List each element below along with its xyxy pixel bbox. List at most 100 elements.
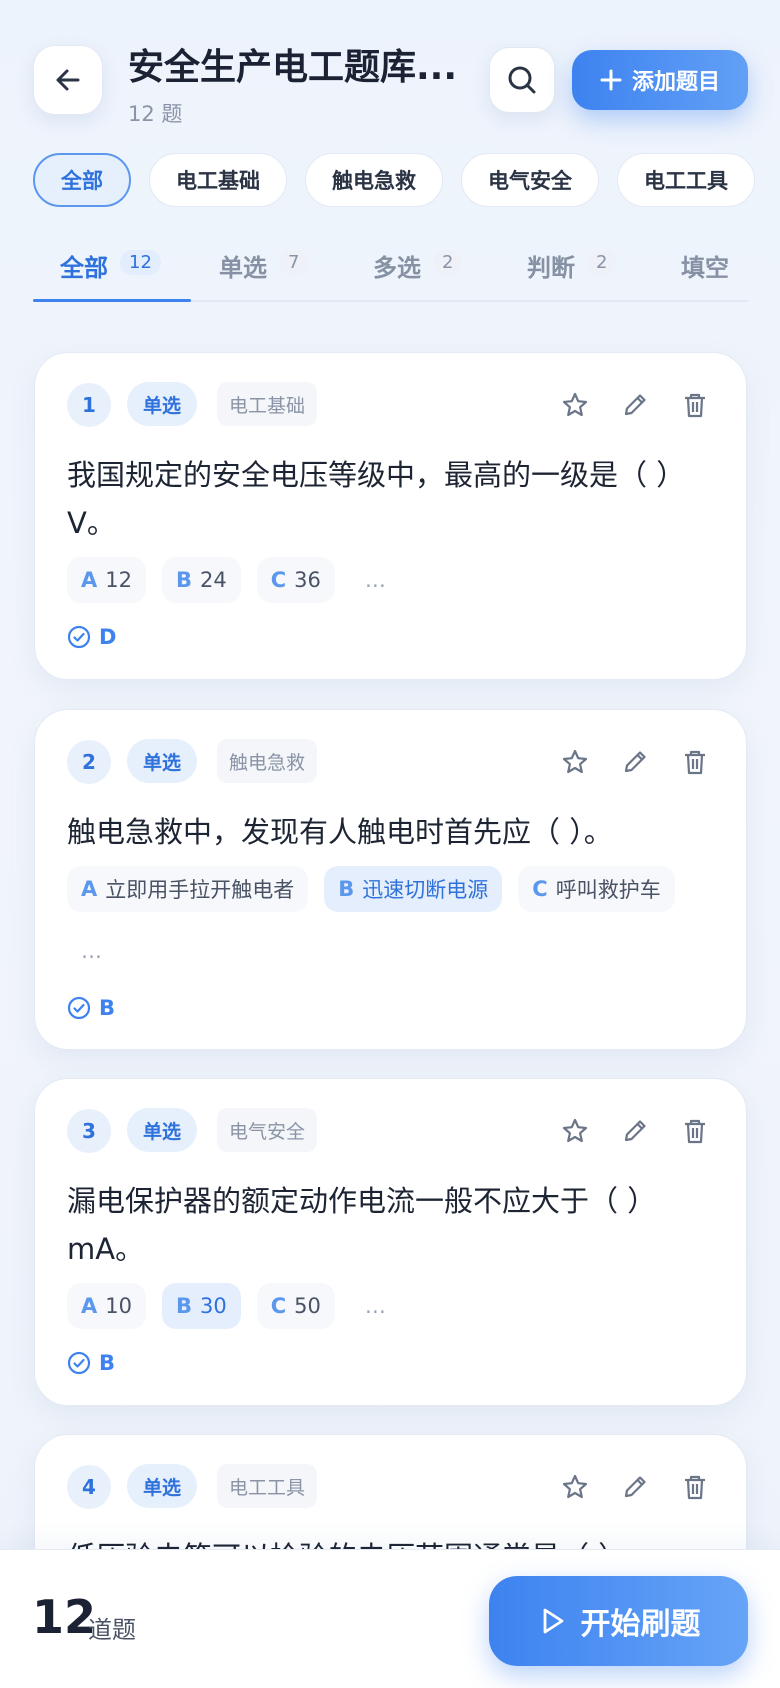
start-practice-button[interactable]: 开始刷题 — [489, 1576, 748, 1666]
tab-label: 判断 — [527, 254, 575, 282]
question-text: 漏电保护器的额定动作电流一般不应大于（ ）mA。 — [67, 1184, 657, 1266]
option-text: 呼叫救护车 — [555, 878, 661, 902]
question-text: 触电急救中，发现有人触电时首先应（ ）。 — [67, 815, 613, 849]
question-card[interactable]: 3 单选 电气安全 漏电保护器的额定动作电流一般不应大于（ ）mA。 A 10 B… — [34, 1078, 747, 1406]
favorite-button[interactable] — [558, 1468, 592, 1506]
delete-button[interactable] — [678, 386, 712, 424]
tab-all[interactable]: 全部 12 — [60, 228, 161, 302]
tab-label: 填空 — [681, 254, 729, 282]
add-question-button[interactable]: 添加题目 — [572, 50, 748, 110]
delete-button[interactable] — [678, 743, 712, 781]
category-chip-electrical-safety[interactable]: 电气安全 — [461, 153, 599, 207]
category-chip-tools[interactable]: 电工工具 — [617, 153, 755, 207]
category-chip-all[interactable]: 全部 — [33, 153, 131, 207]
search-icon — [508, 66, 536, 94]
option-letter: A — [81, 877, 98, 901]
question-number: 1 — [67, 383, 111, 427]
edit-button[interactable] — [618, 1468, 652, 1506]
options-list: A 10 B 30 C 50 … — [67, 1283, 727, 1329]
pencil-icon — [624, 1120, 646, 1142]
more-options: … — [364, 1294, 386, 1318]
category-chip-basics[interactable]: 电工基础 — [149, 153, 287, 207]
question-type-badge: 单选 — [127, 1464, 198, 1508]
pencil-icon — [624, 394, 646, 416]
option-b: B 30 — [162, 1283, 241, 1329]
back-button[interactable] — [33, 45, 103, 115]
type-tabs: 全部 12 单选 7 多选 2 判断 2 填空 — [33, 228, 748, 302]
option-letter: C — [270, 568, 287, 592]
trash-icon — [685, 1119, 705, 1144]
question-card[interactable]: 2 单选 触电急救 触电急救中，发现有人触电时首先应（ ）。 A 立即用手拉开触电… — [34, 709, 747, 1050]
star-icon — [562, 749, 588, 774]
category-chip-first-aid[interactable]: 触电急救 — [305, 153, 443, 207]
check-circle-icon — [67, 1351, 91, 1375]
tab-true-false[interactable]: 判断 2 — [527, 228, 617, 302]
option-text: 36 — [294, 568, 321, 592]
question-category-tag: 电工工具 — [217, 1464, 318, 1508]
question-type-badge: 单选 — [127, 382, 198, 426]
answer-value: B — [99, 1351, 116, 1375]
tab-label: 单选 — [219, 254, 267, 282]
question-category-tag: 电气安全 — [217, 1108, 318, 1152]
option-text: 24 — [200, 568, 227, 592]
pencil-icon — [624, 751, 646, 773]
tab-single-choice[interactable]: 单选 7 — [219, 228, 309, 302]
correct-answer: B — [67, 996, 115, 1020]
edit-button[interactable] — [618, 743, 652, 781]
tab-multiple-choice[interactable]: 多选 2 — [373, 228, 463, 302]
option-text: 立即用手拉开触电者 — [105, 878, 295, 902]
question-card[interactable]: 1 单选 电工基础 我国规定的安全电压等级中，最高的一级是（ ）V。 A 12 B… — [34, 352, 747, 680]
favorite-button[interactable] — [558, 1112, 592, 1150]
edit-button[interactable] — [618, 386, 652, 424]
start-practice-label: 开始刷题 — [580, 1607, 701, 1642]
tab-fill-blank[interactable]: 填空 — [681, 228, 729, 302]
question-type-badge: 单选 — [127, 1108, 198, 1152]
question-category-tag: 触电急救 — [217, 739, 318, 783]
trash-icon — [685, 393, 705, 418]
total-question-count: 12 — [32, 1590, 97, 1644]
check-circle-icon — [67, 625, 91, 649]
option-c: C 50 — [256, 1283, 335, 1329]
edit-button[interactable] — [618, 1112, 652, 1150]
play-icon — [543, 1608, 563, 1634]
delete-button[interactable] — [678, 1468, 712, 1506]
option-a: A 10 — [67, 1283, 146, 1329]
bottom-bar: 12 道题 开始刷题 — [0, 1549, 780, 1688]
option-letter: C — [270, 1294, 287, 1318]
question-number: 3 — [67, 1109, 111, 1153]
favorite-button[interactable] — [558, 743, 592, 781]
favorite-button[interactable] — [558, 386, 592, 424]
card-actions — [558, 1468, 712, 1506]
option-text: 12 — [105, 568, 132, 592]
plus-icon — [600, 69, 622, 91]
tab-count: 2 — [587, 250, 617, 275]
answer-value: B — [99, 996, 116, 1020]
option-b: B 迅速切断电源 — [324, 866, 503, 912]
active-tab-indicator — [33, 299, 191, 302]
question-number: 4 — [67, 1465, 111, 1509]
check-circle-icon — [67, 996, 91, 1020]
option-text: 迅速切断电源 — [362, 878, 489, 902]
tab-label: 多选 — [373, 254, 421, 282]
tab-count: 12 — [120, 250, 161, 275]
pencil-icon — [624, 1476, 646, 1498]
trash-icon — [685, 1475, 705, 1500]
option-a: A 立即用手拉开触电者 — [67, 866, 309, 912]
option-letter: A — [81, 568, 98, 592]
option-c: C 呼叫救护车 — [518, 866, 675, 912]
search-button[interactable] — [489, 47, 555, 113]
card-actions — [558, 386, 712, 424]
option-letter: A — [81, 1294, 98, 1318]
tab-label: 全部 — [60, 254, 108, 282]
option-a: A 12 — [67, 557, 146, 603]
add-question-label: 添加题目 — [631, 70, 720, 95]
options-list: A 12 B 24 C 36 … — [67, 557, 727, 603]
delete-button[interactable] — [678, 1112, 712, 1150]
correct-answer: B — [67, 1351, 115, 1375]
card-actions — [558, 1112, 712, 1150]
question-number: 2 — [67, 740, 111, 784]
options-list: A 立即用手拉开触电者 B 迅速切断电源 C 呼叫救护车 … — [67, 866, 727, 974]
question-category-tag: 电工基础 — [217, 382, 318, 426]
trash-icon — [685, 750, 705, 775]
option-text: 10 — [105, 1294, 132, 1318]
